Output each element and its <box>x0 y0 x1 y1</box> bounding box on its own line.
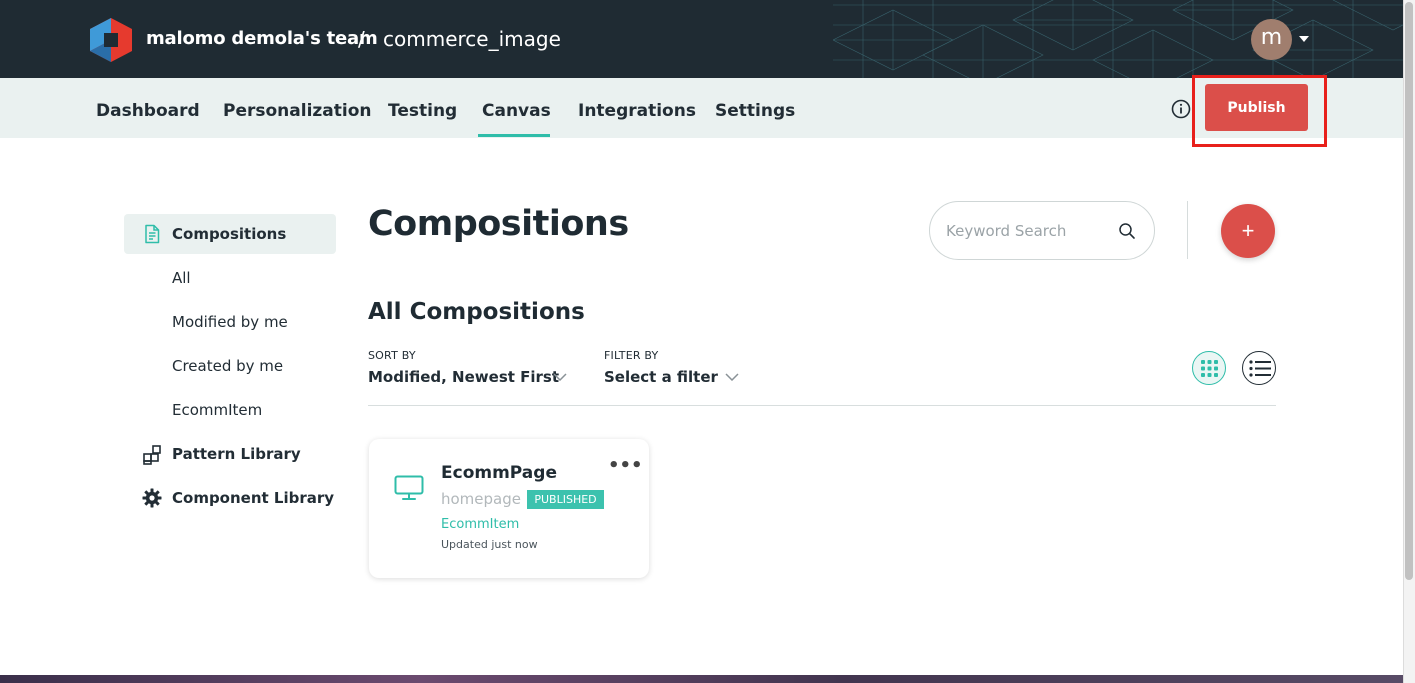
tab-testing[interactable]: Testing <box>388 101 457 121</box>
search-icon[interactable] <box>1118 222 1136 240</box>
sidebar-item-pattern-library[interactable]: Pattern Library <box>172 445 301 463</box>
sidebar-item-component-library[interactable]: Component Library <box>172 489 334 507</box>
sidebar-item-modified-by-me[interactable]: Modified by me <box>172 313 288 331</box>
gear-icon <box>142 488 162 508</box>
card-title[interactable]: EcommPage <box>441 463 557 483</box>
active-tab-indicator <box>478 134 550 137</box>
brand-logo-icon[interactable] <box>90 18 132 62</box>
document-icon <box>145 224 160 244</box>
chevron-down-icon[interactable] <box>553 373 567 381</box>
desktop-icon <box>394 475 424 500</box>
card-updated-time: Updated just now <box>441 538 538 551</box>
tab-integrations[interactable]: Integrations <box>578 101 696 121</box>
search-input[interactable] <box>946 221 1106 241</box>
pattern-library-icon <box>143 445 161 465</box>
sidebar-item-created-by-me[interactable]: Created by me <box>172 357 283 375</box>
grid-view-button[interactable] <box>1192 351 1226 385</box>
desktop-strip <box>0 675 1403 683</box>
list-view-button[interactable] <box>1242 351 1276 385</box>
team-name[interactable]: malomo demola's team <box>146 28 378 49</box>
project-name[interactable]: commerce_image <box>383 27 561 51</box>
tab-dashboard[interactable]: Dashboard <box>96 101 200 121</box>
header-divider <box>1187 201 1188 259</box>
sidebar-item-label[interactable]: Compositions <box>172 225 286 243</box>
breadcrumb-separator: / <box>358 27 365 51</box>
more-options-icon[interactable]: ••• <box>608 455 643 476</box>
grid-icon <box>1201 360 1218 377</box>
tab-personalization[interactable]: Personalization <box>223 101 372 121</box>
sort-dropdown[interactable]: Modified, Newest First <box>368 368 559 386</box>
section-title: All Compositions <box>368 299 585 325</box>
filter-dropdown[interactable]: Select a filter <box>604 368 718 386</box>
chevron-down-icon[interactable] <box>725 373 739 381</box>
main-nav <box>0 78 1403 138</box>
list-icon <box>1249 360 1271 377</box>
publish-button[interactable]: Publish <box>1205 84 1308 131</box>
sidebar-item-all[interactable]: All <box>172 269 191 287</box>
status-badge: PUBLISHED <box>527 490 604 509</box>
sort-caption: SORT BY <box>368 349 416 362</box>
avatar-caret-icon[interactable] <box>1299 36 1309 42</box>
header-pattern-graphic <box>833 0 1403 78</box>
tab-canvas[interactable]: Canvas <box>482 101 551 121</box>
scrollbar-thumb[interactable] <box>1405 2 1413 580</box>
section-divider <box>368 405 1276 406</box>
page-title: Compositions <box>368 204 629 244</box>
tab-settings[interactable]: Settings <box>715 101 795 121</box>
top-header: malomo demola's team / commerce_image m <box>0 0 1403 78</box>
composition-card[interactable] <box>369 439 649 578</box>
sidebar-item-ecommitem[interactable]: EcommItem <box>172 401 262 419</box>
avatar[interactable]: m <box>1251 19 1292 60</box>
filter-caption: FILTER BY <box>604 349 659 362</box>
card-type-link[interactable]: EcommItem <box>441 517 519 532</box>
card-slug: homepage <box>441 490 521 508</box>
add-composition-button[interactable]: + <box>1221 204 1275 258</box>
info-icon[interactable] <box>1171 99 1191 119</box>
